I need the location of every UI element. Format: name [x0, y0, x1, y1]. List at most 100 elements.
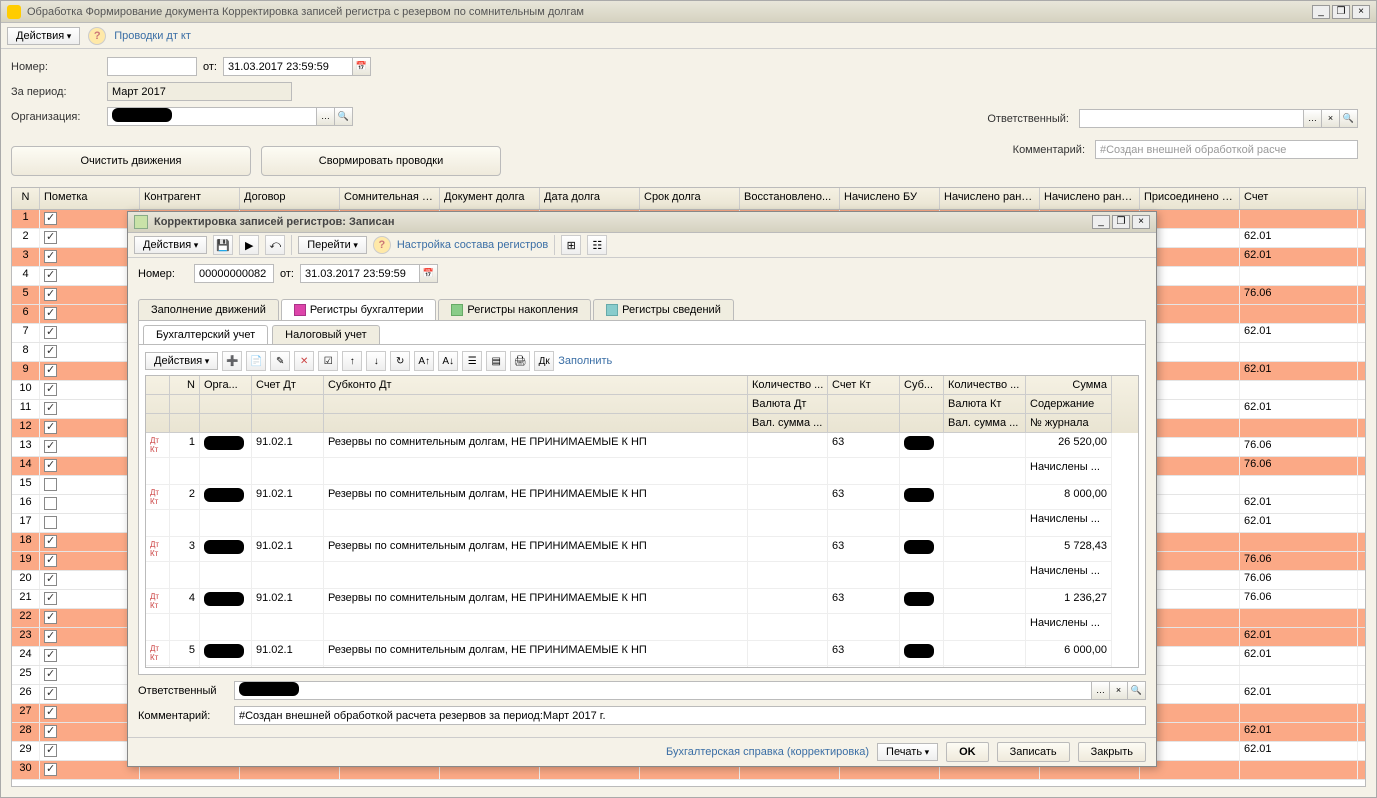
date-input[interactable]	[223, 57, 353, 76]
col-n[interactable]: N	[12, 188, 40, 209]
filter-icon[interactable]: ▤	[486, 351, 506, 371]
checkbox[interactable]	[44, 687, 57, 700]
checkbox[interactable]	[44, 421, 57, 434]
tab-fill[interactable]: Заполнение движений	[138, 299, 279, 320]
col-schet[interactable]: Счет	[1240, 188, 1358, 209]
col-dogovor[interactable]: Договор	[240, 188, 340, 209]
col-srok[interactable]: Срок долга	[640, 188, 740, 209]
dialog-close-button[interactable]: ×	[1132, 215, 1150, 229]
checkbox[interactable]	[44, 383, 57, 396]
dk-icon[interactable]: Дк	[534, 351, 554, 371]
mark-icon[interactable]: ☑	[318, 351, 338, 371]
checkbox[interactable]	[44, 725, 57, 738]
edit-icon[interactable]: ✎	[270, 351, 290, 371]
period-input[interactable]	[107, 82, 292, 101]
checkbox[interactable]	[44, 630, 57, 643]
table-row[interactable]: ДтКт491.02.1Резервы по сомнительным долг…	[146, 589, 1138, 641]
dialog-restore-button[interactable]: ❐	[1112, 215, 1130, 229]
select-icon[interactable]: …	[317, 107, 335, 126]
search-icon[interactable]: 🔍	[1128, 681, 1146, 700]
number-input[interactable]	[107, 57, 197, 76]
checkbox[interactable]	[44, 307, 57, 320]
dlg-date-input[interactable]	[300, 264, 420, 283]
post-icon[interactable]: ▶	[239, 235, 259, 255]
close-button[interactable]: ×	[1352, 5, 1370, 19]
layout-icon[interactable]: ⊞	[561, 235, 581, 255]
config-link[interactable]: Настройка состава регистров	[397, 239, 548, 251]
checkbox[interactable]	[44, 668, 57, 681]
calendar-icon[interactable]: 📅	[420, 264, 438, 283]
col-vost[interactable]: Восстановлено...	[740, 188, 840, 209]
dlg-responsible-input[interactable]	[234, 681, 1092, 700]
checkbox[interactable]	[44, 592, 57, 605]
dialog-actions-dropdown[interactable]: Действия	[134, 236, 207, 254]
col-nachr1[interactable]: Начислено ране...	[940, 188, 1040, 209]
tab-info[interactable]: Регистры сведений	[593, 299, 734, 320]
col-contragent[interactable]: Контрагент	[140, 188, 240, 209]
checkbox[interactable]	[44, 212, 57, 225]
checkbox[interactable]	[44, 364, 57, 377]
comment-input[interactable]	[1095, 140, 1358, 159]
checkbox[interactable]	[44, 250, 57, 263]
checkbox[interactable]	[44, 288, 57, 301]
org-input[interactable]	[107, 107, 317, 126]
checkbox[interactable]	[44, 554, 57, 567]
checkbox[interactable]	[44, 326, 57, 339]
provodki-link[interactable]: Проводки дт кт	[114, 30, 191, 42]
checkbox[interactable]	[44, 478, 57, 491]
goto-dropdown[interactable]: Перейти	[298, 236, 367, 254]
spravka-link[interactable]: Бухгалтерская справка (корректировка)	[138, 746, 869, 758]
inner-tab-accounting[interactable]: Бухгалтерский учет	[143, 325, 268, 344]
close-button[interactable]: Закрыть	[1078, 742, 1146, 762]
print-dropdown[interactable]: Печать	[877, 743, 938, 761]
col-datadolga[interactable]: Дата долга	[540, 188, 640, 209]
clear-icon[interactable]: ×	[1110, 681, 1128, 700]
dlg-comment-input[interactable]	[234, 706, 1146, 725]
checkbox[interactable]	[44, 706, 57, 719]
checkbox[interactable]	[44, 269, 57, 282]
search-icon[interactable]: 🔍	[1340, 109, 1358, 128]
ok-button[interactable]: OK	[946, 742, 989, 762]
sort-desc-icon[interactable]: A↓	[438, 351, 458, 371]
col-docdolg[interactable]: Документ долга	[440, 188, 540, 209]
form-provodki-button[interactable]: Свормировать проводки	[261, 146, 501, 176]
actions-dropdown[interactable]: Действия	[7, 27, 80, 45]
inner-actions-dropdown[interactable]: Действия	[145, 352, 218, 370]
checkbox[interactable]	[44, 459, 57, 472]
restore-button[interactable]: ❐	[1332, 5, 1350, 19]
table-row[interactable]: ДтКт391.02.1Резервы по сомнительным долг…	[146, 537, 1138, 589]
tab-accumulation[interactable]: Регистры накопления	[438, 299, 591, 320]
copy-icon[interactable]: 📄	[246, 351, 266, 371]
add-icon[interactable]: ➕	[222, 351, 242, 371]
dlg-number-input[interactable]	[194, 264, 274, 283]
select-icon[interactable]: ☰	[462, 351, 482, 371]
checkbox[interactable]	[44, 231, 57, 244]
up-icon[interactable]: ↑	[342, 351, 362, 371]
responsible-input[interactable]	[1079, 109, 1304, 128]
save-button[interactable]: Записать	[997, 742, 1070, 762]
cancel-icon[interactable]: ⤺	[265, 235, 285, 255]
sort-asc-icon[interactable]: A↑	[414, 351, 434, 371]
col-nachr2[interactable]: Начислено ране...	[1040, 188, 1140, 209]
checkbox[interactable]	[44, 345, 57, 358]
select-icon[interactable]: …	[1092, 681, 1110, 700]
dialog-minimize-button[interactable]: _	[1092, 215, 1110, 229]
delete-icon[interactable]: ✕	[294, 351, 314, 371]
table-row[interactable]: ДтКт191.02.1Резервы по сомнительным долг…	[146, 433, 1138, 485]
checkbox[interactable]	[44, 516, 57, 529]
table-row[interactable]: ДтКт591.02.1Резервы по сомнительным долг…	[146, 641, 1138, 667]
checkbox[interactable]	[44, 497, 57, 510]
fill-link[interactable]: Заполнить	[558, 355, 612, 367]
minimize-button[interactable]: _	[1312, 5, 1330, 19]
inner-tab-tax[interactable]: Налоговый учет	[272, 325, 380, 344]
down-icon[interactable]: ↓	[366, 351, 386, 371]
save-icon[interactable]: 💾	[213, 235, 233, 255]
checkbox[interactable]	[44, 440, 57, 453]
clear-movements-button[interactable]: Очистить движения	[11, 146, 251, 176]
col-mark[interactable]: Пометка	[40, 188, 140, 209]
help-icon[interactable]: ?	[88, 27, 106, 45]
checkbox[interactable]	[44, 744, 57, 757]
table-row[interactable]: ДтКт291.02.1Резервы по сомнительным долг…	[146, 485, 1138, 537]
tab-accounting[interactable]: Регистры бухгалтерии	[281, 299, 437, 320]
help-icon[interactable]: ?	[373, 236, 391, 254]
